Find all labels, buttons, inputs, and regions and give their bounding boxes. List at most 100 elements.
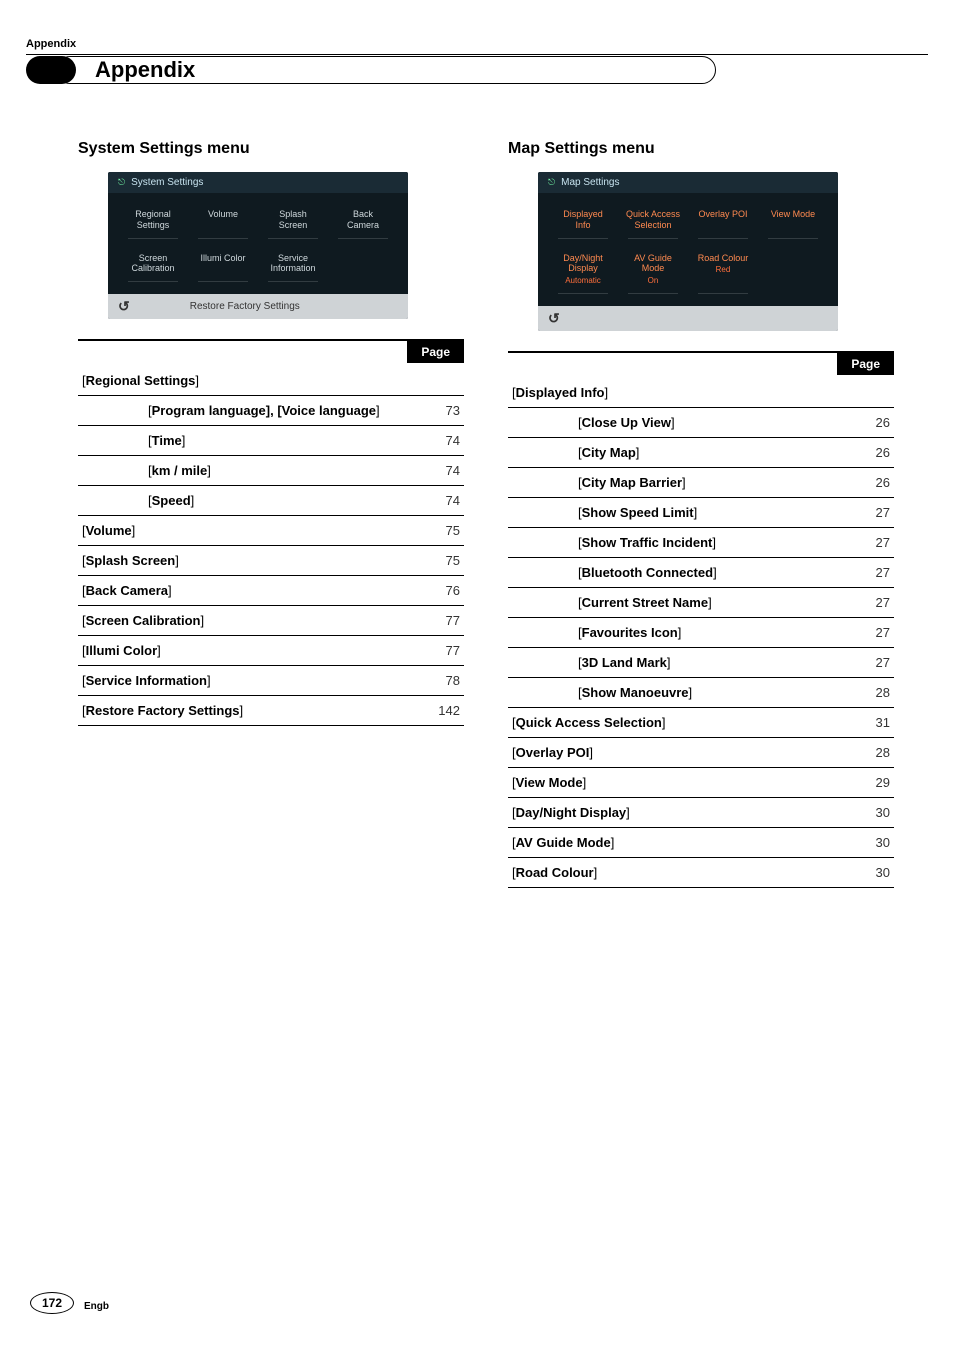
back-arrow-icon: ↺ <box>118 298 130 315</box>
table-row: [City Map Barrier]26 <box>508 467 894 497</box>
row-page <box>404 363 464 396</box>
table-row: [Program language], [Voice language]73 <box>78 396 464 426</box>
row-label: [Program language], [Voice language] <box>78 396 404 426</box>
row-page: 77 <box>404 606 464 636</box>
row-label: [Time] <box>78 426 404 456</box>
table-row: [Overlay POI]28 <box>508 737 894 767</box>
page-header-row-right: Page <box>508 351 894 375</box>
row-page: 27 <box>834 647 894 677</box>
row-label: [Regional Settings] <box>78 363 404 396</box>
row-label: [Show Manoeuvre] <box>508 677 834 707</box>
row-page: 30 <box>834 797 894 827</box>
row-label: [Speed] <box>78 486 404 516</box>
row-page: 74 <box>404 426 464 456</box>
row-page: 76 <box>404 576 464 606</box>
settings-icon: ⎋ <box>548 177 555 188</box>
screenshot-title: System Settings <box>131 177 203 188</box>
table-row: [Splash Screen]75 <box>78 546 464 576</box>
row-label: [km / mile] <box>78 456 404 486</box>
row-label: [Back Camera] <box>78 576 404 606</box>
table-row: [Regional Settings] <box>78 363 464 396</box>
page-header-label: Page <box>407 341 464 363</box>
row-label: [Road Colour] <box>508 857 834 887</box>
row-label: [Screen Calibration] <box>78 606 404 636</box>
settings-icon: ⎋ <box>118 177 125 188</box>
heading-heavy: menu <box>612 140 655 157</box>
row-page: 26 <box>834 467 894 497</box>
row-page: 73 <box>404 396 464 426</box>
screenshot-menu-item: BackCamera <box>330 203 396 241</box>
row-page: 27 <box>834 617 894 647</box>
screenshot-menu-item: DisplayedInfo <box>550 203 616 241</box>
row-page: 77 <box>404 636 464 666</box>
table-row: [Favourites Icon]27 <box>508 617 894 647</box>
screenshot-menu-item: Illumi Color <box>190 247 256 285</box>
breadcrumb-divider <box>26 54 928 55</box>
row-label: [Volume] <box>78 516 404 546</box>
map-settings-table: [Displayed Info][Close Up View]26[City M… <box>508 375 894 888</box>
table-row: [City Map]26 <box>508 437 894 467</box>
row-label: [Service Information] <box>78 666 404 696</box>
row-page: 74 <box>404 456 464 486</box>
screenshot-menu-item: Day/NightDisplayAutomatic <box>550 247 616 296</box>
table-row: [Day/Night Display]30 <box>508 797 894 827</box>
screenshot-menu-item: View Mode <box>760 203 826 241</box>
system-settings-screenshot: ⎋ System Settings RegionalSettingsVolume… <box>108 172 408 319</box>
row-label: [City Map Barrier] <box>508 467 834 497</box>
row-page: 30 <box>834 857 894 887</box>
right-column: Map Settings menu ⎋ Map Settings Display… <box>508 140 894 888</box>
table-row: [Close Up View]26 <box>508 407 894 437</box>
row-page: 27 <box>834 527 894 557</box>
row-page: 75 <box>404 546 464 576</box>
screenshot-menu-item: ScreenCalibration <box>120 247 186 285</box>
table-row: [Displayed Info] <box>508 375 894 408</box>
page-header-row-left: Page <box>78 339 464 363</box>
table-row: [Volume]75 <box>78 516 464 546</box>
screenshot-menu-item: Volume <box>190 203 256 241</box>
row-label: [Splash Screen] <box>78 546 404 576</box>
page-number: 172 <box>30 1292 74 1314</box>
restore-factory-label: Restore Factory Settings <box>190 301 300 312</box>
left-column: System Settings menu ⎋ System Settings R… <box>78 140 464 888</box>
chapter-tag: Appendix <box>26 56 716 84</box>
heading-plain: System Settings <box>78 140 207 157</box>
table-row: [Quick Access Selection]31 <box>508 707 894 737</box>
row-label: [Overlay POI] <box>508 737 834 767</box>
table-row: [Restore Factory Settings]142 <box>78 696 464 726</box>
row-page: 27 <box>834 557 894 587</box>
row-label: [Quick Access Selection] <box>508 707 834 737</box>
row-page: 31 <box>834 707 894 737</box>
row-page: 27 <box>834 497 894 527</box>
table-row: [Current Street Name]27 <box>508 587 894 617</box>
screenshot-menu-item: Overlay POI <box>690 203 756 241</box>
row-page: 26 <box>834 437 894 467</box>
screenshot-header: ⎋ System Settings <box>108 172 408 193</box>
row-page: 27 <box>834 587 894 617</box>
language-label: Engb <box>84 1301 109 1312</box>
row-page: 26 <box>834 407 894 437</box>
table-row: [Illumi Color]77 <box>78 636 464 666</box>
screenshot-footer: ↺ <box>538 306 838 331</box>
screenshot-header: ⎋ Map Settings <box>538 172 838 193</box>
table-row: [AV Guide Mode]30 <box>508 827 894 857</box>
left-section-heading: System Settings menu <box>78 140 464 158</box>
table-row: [Service Information]78 <box>78 666 464 696</box>
breadcrumb: Appendix <box>26 38 76 50</box>
row-label: [Illumi Color] <box>78 636 404 666</box>
row-page: 30 <box>834 827 894 857</box>
screenshot-menu-item: Road ColourRed <box>690 247 756 296</box>
screenshot-menu-item: ServiceInformation <box>260 247 326 285</box>
table-row: [Bluetooth Connected]27 <box>508 557 894 587</box>
table-row: [View Mode]29 <box>508 767 894 797</box>
table-row: [3D Land Mark]27 <box>508 647 894 677</box>
screenshot-title: Map Settings <box>561 177 619 188</box>
row-label: [3D Land Mark] <box>508 647 834 677</box>
row-page: 142 <box>404 696 464 726</box>
row-page: 29 <box>834 767 894 797</box>
row-page: 78 <box>404 666 464 696</box>
chapter-title: Appendix <box>83 57 195 83</box>
screenshot-menu-item <box>760 247 826 296</box>
row-label: [Bluetooth Connected] <box>508 557 834 587</box>
heading-plain: Map Settings <box>508 140 612 157</box>
table-row: [Show Manoeuvre]28 <box>508 677 894 707</box>
